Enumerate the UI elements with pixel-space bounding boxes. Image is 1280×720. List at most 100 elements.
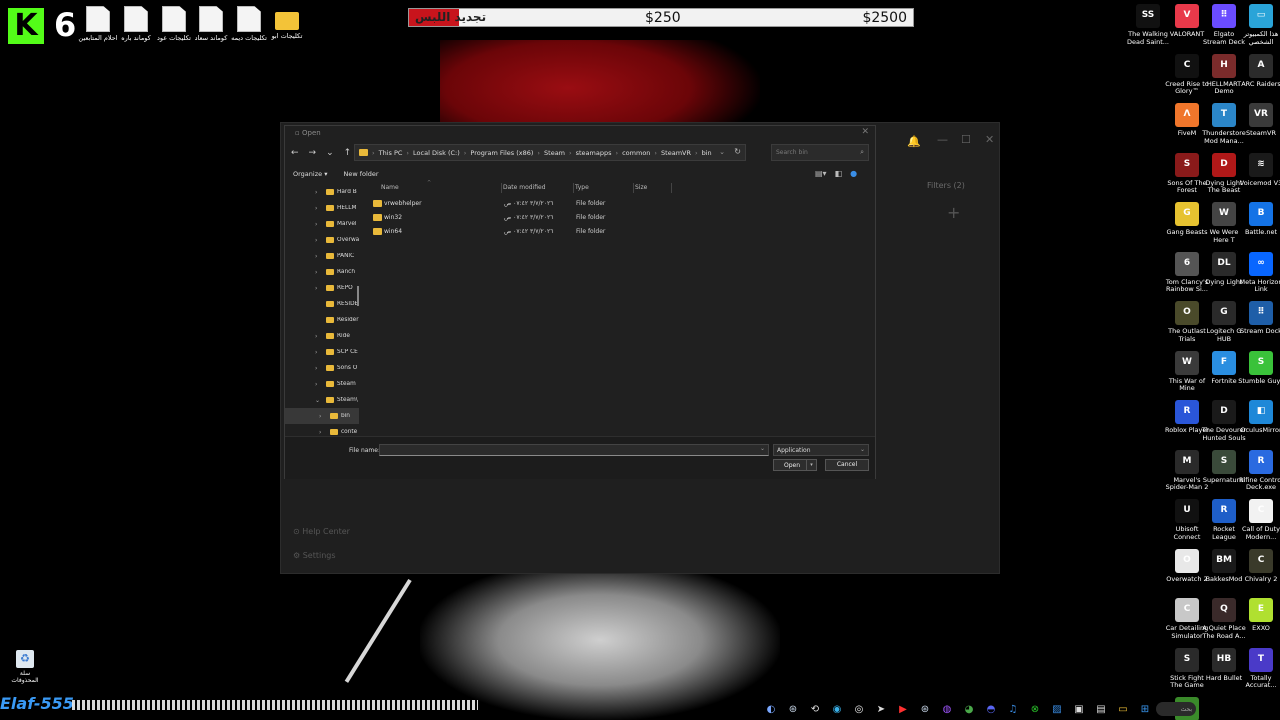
taskbar-search[interactable]: بحث	[1156, 702, 1196, 716]
desktop-app-icon[interactable]: C Call of Duty Modern...	[1238, 499, 1280, 541]
tree-item[interactable]: › REPO	[285, 280, 359, 296]
chevron-icon[interactable]: ›	[319, 413, 321, 420]
desktop-app-icon[interactable]: ⠿ Stream Dock	[1238, 301, 1280, 336]
file-type-select[interactable]: Application ⌄	[773, 444, 869, 456]
tree-item[interactable]: › Steam	[285, 376, 359, 392]
file-row[interactable]: vrwebhelper ٣/٧/٢٠٢٦ ٠٧:٤٢ ص File folder	[373, 198, 673, 211]
obs-icon[interactable]: ◎	[848, 698, 870, 720]
breadcrumb-local-disk[interactable]: Local Disk (C:)	[413, 149, 460, 157]
file-row[interactable]: win64 ٣/٧/٢٠٢٦ ٠٧:٤٢ ص File folder	[373, 226, 673, 239]
back-icon[interactable]: ⟲	[804, 698, 826, 720]
preview-pane-icon[interactable]: ◧	[835, 169, 843, 178]
open-button[interactable]: Open ▾	[773, 459, 817, 471]
refresh-icon[interactable]: ↻	[734, 147, 741, 156]
chevron-icon[interactable]: ⌄	[315, 397, 320, 404]
help-center-link[interactable]: ⊙ Help Center	[293, 527, 350, 536]
messenger-icon[interactable]: ◍	[936, 698, 958, 720]
chevron-icon[interactable]: ›	[315, 221, 317, 228]
add-icon[interactable]: +	[947, 203, 960, 222]
chevron-icon[interactable]: ›	[315, 189, 317, 196]
close-icon[interactable]: ✕	[985, 133, 994, 146]
bell-icon[interactable]: 🔔	[907, 135, 921, 148]
column-type[interactable]: Type	[575, 184, 589, 191]
open-split-chevron-icon[interactable]: ▾	[806, 460, 816, 470]
file-name-dropdown-icon[interactable]: ⌄	[760, 445, 765, 452]
explorer-icon[interactable]: ▤	[1090, 698, 1112, 720]
breadcrumb-common[interactable]: common	[622, 149, 650, 157]
chevron-icon[interactable]: ›	[315, 269, 317, 276]
tree-item[interactable]: › bin	[285, 408, 359, 424]
tree-item[interactable]: ⌄ Steam\	[285, 392, 359, 408]
recycle-bin[interactable]: ♻ سلة المحذوفات	[10, 650, 40, 684]
copilot-icon[interactable]: ◐	[760, 698, 782, 720]
chevron-icon[interactable]: ›	[315, 253, 317, 260]
breadcrumb-steam[interactable]: Steam	[544, 149, 565, 157]
tree-item[interactable]: › Ranch	[285, 264, 359, 280]
up-arrow-icon[interactable]: ↑	[344, 148, 352, 158]
column-name[interactable]: Name	[381, 184, 399, 191]
maximize-icon[interactable]: ☐	[961, 133, 971, 146]
desktop-app-icon[interactable]: B Battle.net	[1238, 202, 1280, 237]
tree-item[interactable]: › Hard B	[285, 184, 359, 200]
desktop-app-icon[interactable]: ∞ Meta Horizon Link	[1238, 251, 1280, 294]
chevron-icon[interactable]: ›	[315, 285, 317, 292]
chevron-icon[interactable]: ›	[315, 381, 317, 388]
youtube-icon[interactable]: ▶	[892, 698, 914, 720]
steam-icon[interactable]: ⊛	[782, 698, 804, 720]
file-row[interactable]: win32 ٣/٧/٢٠٢٦ ٠٧:٤٢ ص File folder	[373, 212, 673, 225]
desktop-app-icon[interactable]: C Chivalry 2	[1238, 548, 1280, 584]
address-dropdown-icon[interactable]: ⌄	[719, 148, 725, 156]
minimize-icon[interactable]: —	[937, 133, 948, 146]
tree-item[interactable]: › Sons O	[285, 360, 359, 376]
new-folder-button[interactable]: New folder	[343, 170, 378, 178]
breadcrumb-program-files[interactable]: Program Files (x86)	[470, 149, 533, 157]
address-bar[interactable]: › This PC › Local Disk (C:) › Program Fi…	[354, 144, 746, 161]
breadcrumb-bin[interactable]: bin	[702, 149, 712, 157]
chevron-icon[interactable]: ›	[315, 333, 317, 340]
search-input[interactable]: Search bin ⌕	[771, 144, 869, 161]
desktop-app-icon[interactable]: VR SteamVR	[1238, 103, 1280, 138]
column-divider[interactable]	[671, 183, 672, 193]
store-icon[interactable]: ▣	[1068, 698, 1090, 720]
steam2-icon[interactable]: ⊛	[914, 698, 936, 720]
folder-icon[interactable]: ▭	[1112, 698, 1134, 720]
chrome-icon[interactable]: ◕	[958, 698, 980, 720]
photos-icon[interactable]: ▨	[1046, 698, 1068, 720]
edge-icon[interactable]: ◉	[826, 698, 848, 720]
filters-label[interactable]: Filters (2)	[927, 181, 965, 190]
column-size[interactable]: Size	[635, 184, 647, 191]
arrow-icon[interactable]: ➤	[870, 698, 892, 720]
tree-item[interactable]: › PANIC	[285, 248, 359, 264]
forward-arrow-icon[interactable]: →	[309, 148, 317, 158]
tree-item[interactable]: › conte	[285, 424, 359, 436]
desktop-app-icon[interactable]: R Rifine Control Deck.exe	[1238, 449, 1280, 492]
desktop-icon-folder[interactable]: تكليجات ابو	[265, 6, 309, 40]
tree-item[interactable]: RESIDE	[285, 296, 359, 312]
column-divider[interactable]	[501, 183, 502, 193]
breadcrumb-this-pc[interactable]: This PC	[379, 149, 403, 157]
desktop-app-icon[interactable]: T Totally Accurat...	[1238, 647, 1280, 690]
file-name-input[interactable]: ⌄	[379, 444, 769, 456]
organize-button[interactable]: Organize ▾	[293, 170, 327, 178]
chevron-icon[interactable]: ›	[315, 205, 317, 212]
media-icon[interactable]: ♫	[1002, 698, 1024, 720]
tree-item[interactable]: › HELLM	[285, 200, 359, 216]
chevron-icon[interactable]: ›	[319, 429, 321, 436]
tree-item[interactable]: › Overwa	[285, 232, 359, 248]
tree-item[interactable]: › SCP CE	[285, 344, 359, 360]
cancel-button[interactable]: Cancel	[825, 459, 869, 471]
desktop-app-icon[interactable]: S Stumble Guys	[1238, 350, 1280, 386]
column-divider[interactable]	[573, 183, 574, 193]
desktop-app-icon[interactable]: ▭ هذا الكمبيوتر الشخصي	[1238, 4, 1280, 46]
chevron-icon[interactable]: ›	[315, 365, 317, 372]
tree-item[interactable]: › Marvel	[285, 216, 359, 232]
help-icon[interactable]: ●	[850, 169, 857, 178]
column-date[interactable]: Date modified	[503, 184, 546, 191]
settings-link[interactable]: ⚙ Settings	[293, 551, 336, 560]
breadcrumb-steamapps[interactable]: steamapps	[576, 149, 612, 157]
desktop-app-icon[interactable]: E EXXO	[1238, 598, 1280, 633]
tree-item[interactable]: › Ride	[285, 328, 359, 344]
recent-chevron-icon[interactable]: ⌄	[326, 148, 334, 158]
discord-icon[interactable]: ◓	[980, 698, 1002, 720]
windows-icon[interactable]: ⊞	[1134, 698, 1156, 720]
